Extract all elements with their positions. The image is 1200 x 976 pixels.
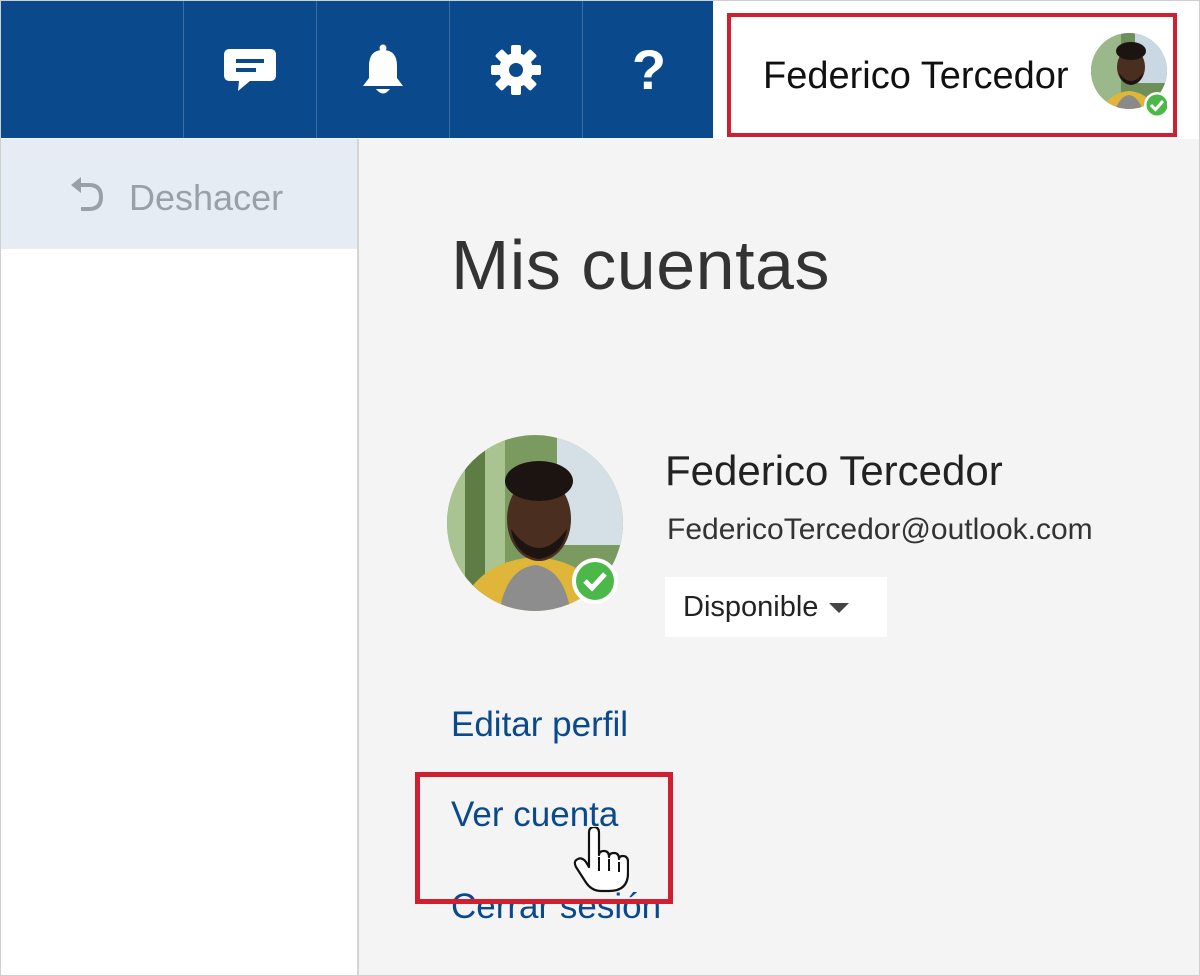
notifications-button[interactable] — [316, 1, 449, 138]
presence-status-dropdown[interactable]: Disponible — [665, 577, 887, 637]
hand-pointer-icon — [573, 827, 629, 893]
gear-icon — [491, 44, 541, 95]
chevron-down-icon — [829, 603, 850, 613]
profile-name: Federico Tercedor — [665, 447, 1003, 494]
feedback-button[interactable] — [183, 1, 316, 138]
undo-icon — [71, 177, 104, 211]
undo-label: Deshacer — [129, 177, 284, 218]
avatar-large[interactable] — [447, 435, 623, 615]
edit-profile-link[interactable]: Editar perfil — [451, 705, 628, 745]
view-account-highlight — [415, 772, 673, 904]
left-pane: Deshacer — [1, 139, 359, 975]
help-icon: ? — [631, 37, 667, 101]
top-bar: ? — [1, 1, 713, 138]
account-manager-button[interactable]: Federico Tercedor — [727, 13, 1177, 137]
presence-status-label: Disponible — [683, 590, 819, 623]
bell-icon — [363, 44, 403, 93]
avatar-small — [1091, 33, 1167, 118]
account-name-label: Federico Tercedor — [763, 55, 1069, 97]
help-button[interactable]: ? — [582, 1, 715, 138]
panel-title: Mis cuentas — [451, 226, 830, 304]
undo-button[interactable]: Deshacer — [1, 139, 357, 249]
settings-button[interactable] — [449, 1, 582, 138]
app-frame: ? Federico Tercedor Deshacer Mis cuentas… — [0, 0, 1200, 976]
profile-email: FedericoTercedor@outlook.com — [667, 513, 1093, 546]
chat-bubble-icon — [224, 48, 276, 91]
